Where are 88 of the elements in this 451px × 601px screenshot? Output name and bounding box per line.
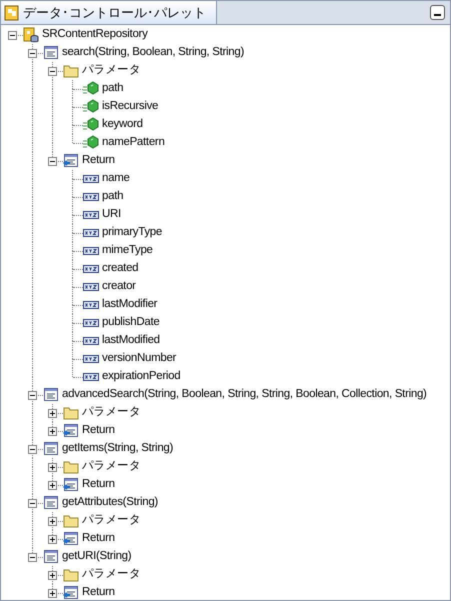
- parameter-icon: [83, 135, 99, 151]
- minus-icon: [50, 69, 55, 74]
- parameter-icon: [83, 99, 99, 115]
- tree-item-label[interactable]: パラメータ: [82, 566, 141, 584]
- method-icon: [43, 45, 59, 61]
- return-icon: [63, 153, 79, 169]
- tree-item-label[interactable]: expirationPeriod: [102, 368, 180, 386]
- tree-item-label[interactable]: getAttributes(String): [62, 494, 158, 512]
- expander-button[interactable]: [8, 31, 17, 40]
- plus-icon: [50, 537, 55, 542]
- expander-button[interactable]: [48, 463, 57, 472]
- repository-icon: [23, 27, 39, 43]
- tree-item-label[interactable]: path: [102, 80, 124, 98]
- minus-icon: [10, 33, 15, 38]
- tree-item-label[interactable]: search(String, Boolean, String, String): [62, 44, 244, 62]
- expander-button[interactable]: [48, 67, 57, 76]
- expander-button[interactable]: [48, 571, 57, 580]
- method-icon: [43, 441, 59, 457]
- method-icon: [43, 387, 59, 403]
- parameter-icon: [83, 81, 99, 97]
- minimize-icon: [434, 14, 441, 16]
- expander-button[interactable]: [48, 517, 57, 526]
- tree-item-label[interactable]: パラメータ: [82, 512, 141, 530]
- plus-icon: [50, 483, 55, 488]
- tree-item-label[interactable]: Return: [82, 422, 115, 440]
- plus-icon: [50, 411, 55, 416]
- expander-button[interactable]: [48, 427, 57, 436]
- expander-button[interactable]: [28, 445, 37, 454]
- expander-button[interactable]: [48, 535, 57, 544]
- panel-tab[interactable]: データ･コントロール･パレット: [1, 1, 217, 24]
- tree-item-label[interactable]: Return: [82, 584, 115, 600]
- return-icon: [63, 531, 79, 547]
- plus-icon: [50, 519, 55, 524]
- minus-icon: [30, 393, 35, 398]
- tree-item-label[interactable]: publishDate: [102, 314, 160, 332]
- tree-item-label[interactable]: keyword: [102, 116, 143, 134]
- tree-item-label[interactable]: created: [102, 260, 138, 278]
- expander-button[interactable]: [28, 391, 37, 400]
- plus-icon: [50, 591, 55, 596]
- tree-item-label[interactable]: パラメータ: [82, 404, 141, 422]
- tree-item-label[interactable]: Return: [82, 476, 115, 494]
- plus-icon: [50, 465, 55, 470]
- tree-item-label[interactable]: パラメータ: [82, 62, 141, 80]
- tree-item-label[interactable]: primaryType: [102, 224, 162, 242]
- expander-button[interactable]: [48, 481, 57, 490]
- plus-icon: [50, 573, 55, 578]
- tree-item-label[interactable]: URI: [102, 206, 121, 224]
- folder-icon: [63, 513, 79, 529]
- folder-icon: [63, 405, 79, 421]
- expander-button[interactable]: [48, 409, 57, 418]
- return-icon: [63, 477, 79, 493]
- minus-icon: [30, 501, 35, 506]
- minimize-button[interactable]: [430, 5, 445, 20]
- tree-item-label[interactable]: name: [102, 170, 130, 188]
- method-icon: [43, 549, 59, 565]
- parameter-icon: [83, 117, 99, 133]
- minus-icon: [30, 555, 35, 560]
- tree-item-label[interactable]: SRContentRepository: [42, 26, 148, 44]
- minus-icon: [30, 447, 35, 452]
- tree-item-label[interactable]: path: [102, 188, 124, 206]
- expander-button[interactable]: [28, 499, 37, 508]
- folder-icon: [63, 63, 79, 79]
- tree-item-label[interactable]: advancedSearch(String, Boolean, String, String, Boolean, Collection, String): [62, 386, 427, 404]
- tree-item-label[interactable]: パラメータ: [82, 458, 141, 476]
- method-icon: [43, 495, 59, 511]
- tree-item-label[interactable]: namePattern: [102, 134, 165, 152]
- return-icon: [63, 423, 79, 439]
- plus-icon: [50, 429, 55, 434]
- tree-item-label[interactable]: isRecursive: [102, 98, 158, 116]
- panel-title: データ･コントロール･パレット: [23, 4, 206, 22]
- minus-icon: [50, 159, 55, 164]
- tree-item-label[interactable]: creator: [102, 278, 136, 296]
- expander-button[interactable]: [48, 157, 57, 166]
- tree-item-label[interactable]: versionNumber: [102, 350, 176, 368]
- tree-item-label[interactable]: Return: [82, 530, 115, 548]
- expander-button[interactable]: [28, 49, 37, 58]
- tree-item-label[interactable]: getItems(String, String): [62, 440, 174, 458]
- minus-icon: [30, 51, 35, 56]
- tree-item-label[interactable]: Return: [82, 152, 115, 170]
- folder-icon: [63, 567, 79, 583]
- tree-item-label[interactable]: lastModified: [102, 332, 160, 350]
- folder-icon: [63, 459, 79, 475]
- tree-item-label[interactable]: getURI(String): [62, 548, 132, 566]
- expander-button[interactable]: [28, 553, 37, 562]
- tree-item-label[interactable]: mimeType: [102, 242, 153, 260]
- palette-icon: [4, 4, 20, 20]
- tree-item-label[interactable]: lastModifier: [102, 296, 158, 314]
- expander-button[interactable]: [48, 589, 57, 598]
